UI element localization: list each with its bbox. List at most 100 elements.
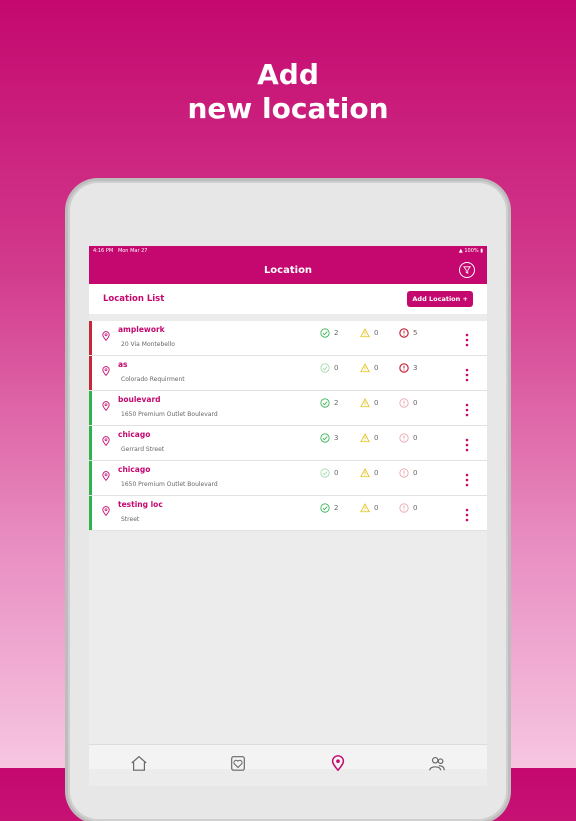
battery-icon: ▮ [480, 248, 483, 254]
promo-headline: Add new location [0, 58, 576, 126]
filter-button[interactable] [459, 262, 475, 278]
stat-ok-count: 2 [334, 329, 339, 337]
stat-warn-count: 0 [374, 504, 379, 512]
status-indicator-bar [89, 496, 92, 530]
stat-ok-count: 3 [334, 434, 339, 442]
filter-icon [463, 266, 471, 274]
status-time: 4:16 PM [93, 248, 114, 254]
location-name[interactable]: chicago [118, 430, 150, 439]
stat-err-count: 0 [413, 434, 418, 442]
more-options-button[interactable] [465, 367, 469, 382]
stat-ok-count: 2 [334, 504, 339, 512]
check-circle-icon [320, 398, 334, 408]
status-battery: 100% [464, 248, 479, 254]
alert-circle-icon [399, 363, 413, 373]
check-circle-icon [320, 433, 334, 443]
status-indicator-bar [89, 391, 92, 425]
wifi-icon: ▲ [458, 248, 463, 254]
stat-err: 5 [399, 328, 417, 338]
stat-ok: 2 [320, 503, 338, 513]
stat-warn-count: 0 [374, 329, 379, 337]
more-options-button[interactable] [465, 437, 469, 452]
promo-line-1: Add [257, 58, 319, 91]
location-row[interactable]: amplework 20 Via Montebello 2 0 5 [89, 321, 487, 356]
alert-circle-icon [399, 328, 413, 338]
location-row[interactable]: testing loc Street 2 0 0 [89, 496, 487, 531]
location-address: 20 Via Montebello [121, 341, 175, 348]
stat-err-count: 5 [413, 329, 418, 337]
stat-err-count: 3 [413, 364, 418, 372]
more-options-button[interactable] [465, 507, 469, 522]
stat-ok-count: 2 [334, 399, 339, 407]
location-name[interactable]: testing loc [118, 500, 163, 509]
tab-bar [89, 744, 487, 772]
location-row[interactable]: boulevard 1650 Premium Outlet Boulevard 2 0… [89, 391, 487, 426]
more-vertical-icon [465, 508, 469, 522]
warning-triangle-icon [360, 503, 374, 513]
location-row[interactable]: chicago 1650 Premium Outlet Boulevard 0 0 0 [89, 461, 487, 496]
check-circle-icon [320, 363, 334, 373]
map-pin-icon [102, 466, 110, 482]
stat-ok: 2 [320, 398, 338, 408]
stat-warn-count: 0 [374, 469, 379, 477]
stat-err: 0 [399, 503, 417, 513]
stat-ok: 3 [320, 433, 338, 443]
tab-users[interactable] [427, 754, 447, 774]
stat-warn: 0 [360, 398, 378, 408]
map-pin-icon [102, 431, 110, 447]
more-vertical-icon [465, 333, 469, 347]
location-name[interactable]: chicago [118, 465, 150, 474]
location-address: 1650 Premium Outlet Boulevard [121, 481, 218, 488]
status-date: Mon Mar 27 [117, 248, 148, 254]
location-row[interactable]: chicago Gerrard Street 3 0 0 [89, 426, 487, 461]
list-header: Location List Add Location + [89, 284, 487, 314]
app-screen: 4:16 PM Mon Mar 27 ▲ 100% ▮ Location Loc… [89, 246, 487, 786]
location-list: amplework 20 Via Montebello 2 0 5 as Colorado … [89, 321, 487, 531]
promo-line-2: new location [187, 92, 389, 125]
location-row[interactable]: as Colorado Requirment 0 0 3 [89, 356, 487, 391]
warning-triangle-icon [360, 433, 374, 443]
users-icon [429, 757, 446, 771]
tab-health[interactable] [228, 754, 248, 774]
more-vertical-icon [465, 403, 469, 417]
status-left: 4:16 PM Mon Mar 27 [93, 248, 147, 254]
tab-location[interactable] [328, 754, 348, 774]
status-right: ▲ 100% ▮ [459, 248, 483, 254]
location-name[interactable]: as [118, 360, 128, 369]
status-indicator-bar [89, 426, 92, 460]
stat-ok: 0 [320, 363, 338, 373]
more-options-button[interactable] [465, 402, 469, 417]
status-indicator-bar [89, 356, 92, 390]
more-vertical-icon [465, 438, 469, 452]
stat-err: 0 [399, 398, 417, 408]
alert-circle-icon [399, 398, 413, 408]
warning-triangle-icon [360, 468, 374, 478]
stat-warn: 0 [360, 503, 378, 513]
home-icon [131, 755, 147, 771]
check-circle-icon [320, 503, 334, 513]
page-title: Location [263, 264, 313, 276]
stat-warn-count: 0 [374, 434, 379, 442]
stat-warn-count: 0 [374, 399, 379, 407]
stat-err-count: 0 [413, 504, 418, 512]
more-options-button[interactable] [465, 472, 469, 487]
stat-ok: 0 [320, 468, 338, 478]
more-vertical-icon [465, 473, 469, 487]
more-options-button[interactable] [465, 332, 469, 347]
stat-warn-count: 0 [374, 364, 379, 372]
location-address: Gerrard Street [121, 446, 165, 453]
stat-err: 0 [399, 468, 417, 478]
stat-err-count: 0 [413, 399, 418, 407]
map-pin-icon [102, 501, 110, 517]
map-pin-icon [102, 326, 110, 342]
location-name[interactable]: boulevard [118, 395, 161, 404]
alert-circle-icon [399, 468, 413, 478]
location-name[interactable]: amplework [118, 325, 165, 334]
add-location-button[interactable]: Add Location + [407, 291, 473, 307]
stat-warn: 0 [360, 328, 378, 338]
alert-circle-icon [399, 503, 413, 513]
health-icon [231, 756, 246, 771]
tab-home[interactable] [129, 754, 149, 774]
warning-triangle-icon [360, 398, 374, 408]
map-pin-icon [102, 361, 110, 377]
